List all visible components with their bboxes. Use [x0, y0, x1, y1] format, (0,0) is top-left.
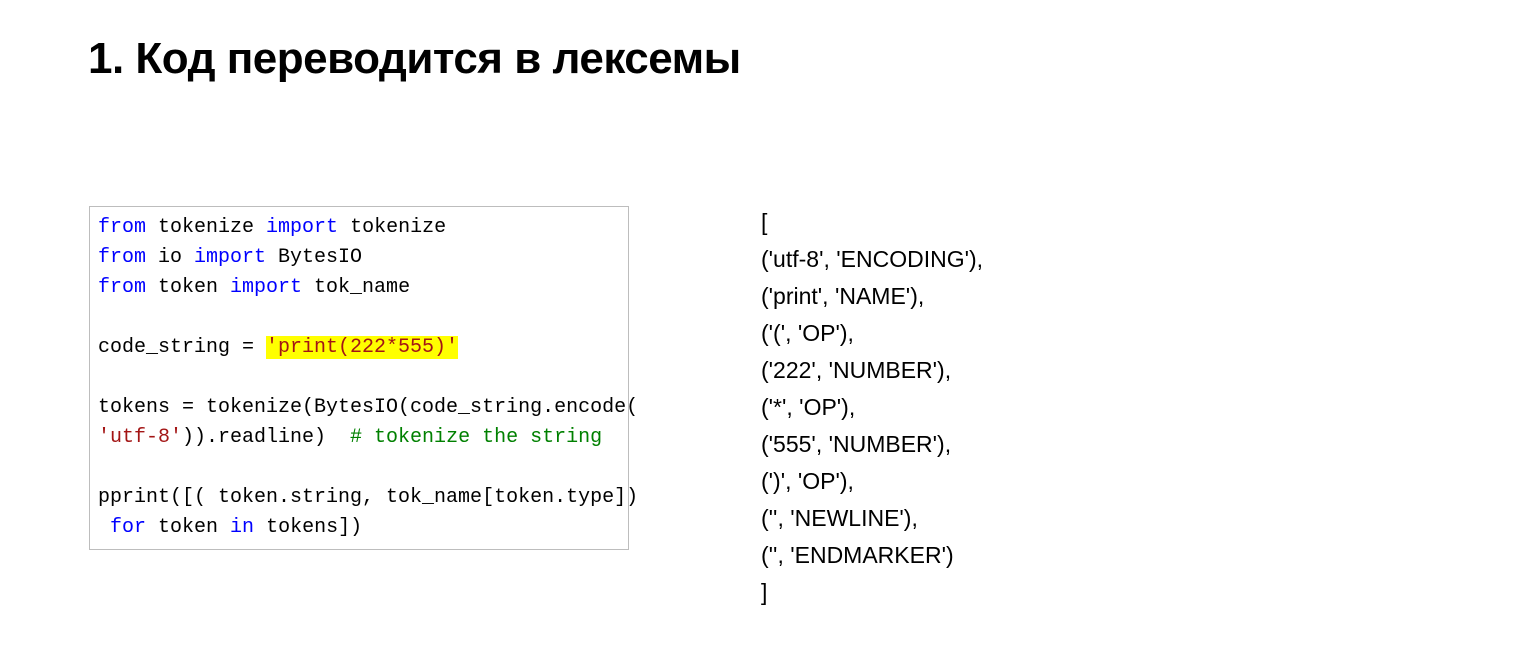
- code-text: tokenize: [338, 216, 446, 239]
- code-text: tokens = tokenize(BytesIO(code_string.en…: [98, 396, 638, 419]
- output-line: (')', 'OP'),: [761, 463, 983, 500]
- output-bracket-open: [: [761, 204, 983, 241]
- code-keyword: from: [98, 216, 146, 239]
- code-text: token: [146, 516, 230, 539]
- code-text: code_string =: [98, 336, 266, 359]
- code-text: tokens]): [254, 516, 362, 539]
- code-keyword: import: [266, 216, 338, 239]
- output-line: ('(', 'OP'),: [761, 315, 983, 352]
- code-keyword: from: [98, 276, 146, 299]
- code-text: io: [146, 246, 194, 269]
- output-line: ('555', 'NUMBER'),: [761, 426, 983, 463]
- code-keyword: from: [98, 246, 146, 269]
- output-block: [ ('utf-8', 'ENCODING'), ('print', 'NAME…: [761, 204, 983, 611]
- output-line: ('utf-8', 'ENCODING'),: [761, 241, 983, 278]
- code-keyword: import: [230, 276, 302, 299]
- output-line: ('', 'ENDMARKER'): [761, 537, 983, 574]
- code-string-highlight: 'print(222*555)': [266, 336, 458, 359]
- output-bracket-close: ]: [761, 574, 983, 611]
- output-line: ('', 'NEWLINE'),: [761, 500, 983, 537]
- code-comment: # tokenize the string: [350, 426, 602, 449]
- code-text: pprint([( token.string, tok_name[token.t…: [98, 486, 638, 509]
- slide-title: 1. Код переводится в лексемы: [88, 34, 741, 84]
- code-keyword: for: [110, 516, 146, 539]
- output-line: ('print', 'NAME'),: [761, 278, 983, 315]
- code-text: tokenize: [146, 216, 266, 239]
- code-text: [98, 516, 110, 539]
- slide: 1. Код переводится в лексемы from tokeni…: [0, 0, 1536, 666]
- code-block: from tokenize import tokenize from io im…: [89, 206, 629, 550]
- output-line: ('*', 'OP'),: [761, 389, 983, 426]
- code-string: 'utf-8': [98, 426, 182, 449]
- code-keyword: in: [230, 516, 254, 539]
- code-keyword: import: [194, 246, 266, 269]
- code-text: tok_name: [302, 276, 410, 299]
- code-text: BytesIO: [266, 246, 362, 269]
- code-text: token: [146, 276, 230, 299]
- output-line: ('222', 'NUMBER'),: [761, 352, 983, 389]
- code-text: )).readline): [182, 426, 350, 449]
